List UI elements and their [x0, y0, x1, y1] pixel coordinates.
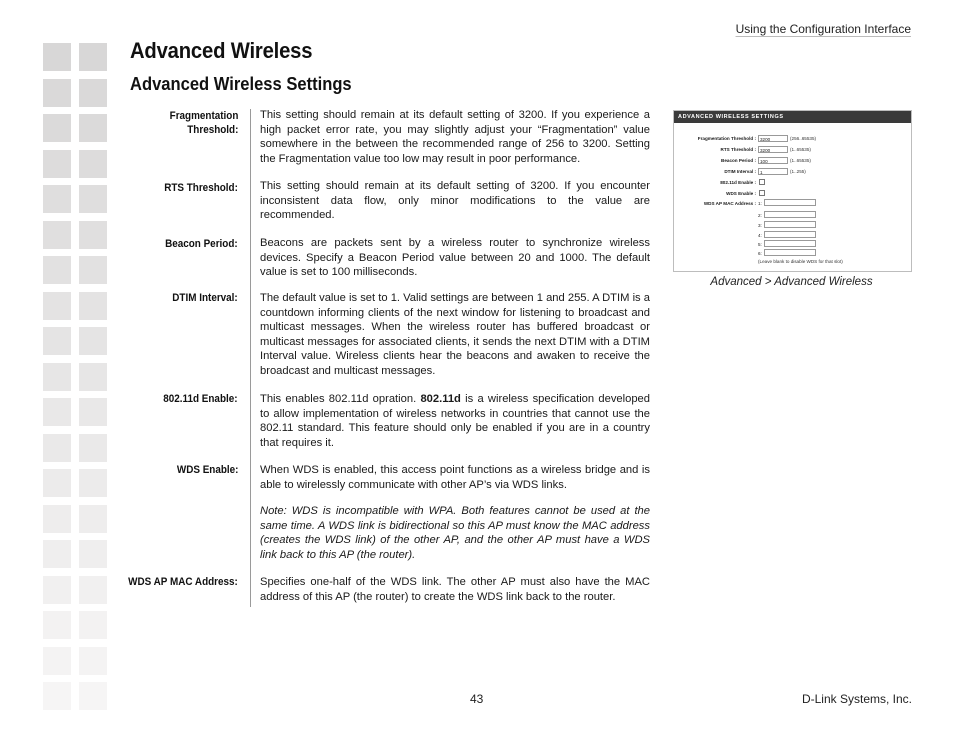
mac-blank-hint: (Leave blank to disable WDS for that slo… — [758, 259, 843, 264]
beacon-range-hint: (1..65535) — [790, 158, 811, 163]
decorative-square — [43, 540, 71, 568]
screenshot-label-fragmentation: Fragmentation Threshold : — [697, 136, 756, 141]
desc-dtim-interval: The default value is set to 1. Valid set… — [260, 292, 650, 377]
wds-mac-input-3[interactable] — [764, 221, 816, 228]
decorative-square — [79, 291, 107, 320]
screenshot-label-rts: RTS Threshold : — [720, 147, 756, 152]
screenshot-label-80211d: 802.11d Enable : — [720, 180, 756, 185]
decorative-square — [43, 256, 71, 284]
decorative-square — [43, 43, 71, 71]
decorative-square — [79, 646, 107, 675]
mac-slot-label: 2: — [758, 213, 762, 218]
wds-mac-input-6[interactable] — [764, 249, 816, 256]
wds-mac-input-5[interactable] — [764, 240, 816, 247]
decorative-square — [79, 114, 107, 142]
decorative-square — [43, 398, 71, 426]
term-dtim-interval: DTIM Interval: — [172, 292, 238, 304]
wds-mac-input-2[interactable] — [764, 211, 816, 218]
desc-bold-term: 802.11d — [420, 393, 461, 405]
desc-beacon-period: Beacons are packets sent by a wireless r… — [260, 237, 650, 278]
page-number: 43 — [470, 692, 484, 706]
decorative-square — [43, 433, 71, 462]
decorative-square — [43, 611, 71, 639]
wds-enable-checkbox[interactable] — [759, 190, 765, 196]
decorative-square — [79, 469, 107, 497]
fragmentation-threshold-input[interactable]: 3200 — [758, 135, 788, 142]
desc-wds-enable: When WDS is enabled, this access point f… — [260, 464, 650, 491]
decorative-square — [43, 682, 71, 710]
decorative-square — [79, 611, 107, 639]
decorative-square — [79, 78, 107, 107]
mac-slot-label: 6: — [758, 251, 762, 256]
decorative-square — [79, 327, 107, 355]
advanced-wireless-screenshot: ADVANCED WIRELESS SETTINGS Fragmentation… — [673, 110, 912, 272]
term-beacon-period: Beacon Period: — [165, 238, 238, 250]
decorative-square — [79, 682, 107, 710]
beacon-period-input[interactable]: 100 — [758, 157, 788, 164]
screenshot-label-beacon: Beacon Period : — [721, 158, 756, 163]
wds-mac-input-1[interactable] — [764, 199, 816, 206]
decorative-square — [43, 114, 71, 142]
screenshot-label-wds-enable: WDS Enable : — [726, 191, 756, 196]
term-rts-threshold: RTS Threshold: — [164, 182, 238, 194]
decorative-square — [43, 220, 71, 249]
decorative-square — [43, 291, 71, 320]
note-wds: Note: WDS is incompatible with WPA. Both… — [260, 505, 650, 561]
decorative-square — [79, 575, 107, 604]
screenshot-label-wds-mac: WDS AP MAC Address : — [703, 201, 756, 206]
fragmentation-range-hint: (256..65535) — [790, 136, 817, 141]
column-divider — [250, 109, 251, 607]
decorative-square — [43, 185, 71, 213]
desc-fragmentation-threshold: This setting should remain at its defaul… — [260, 109, 650, 165]
screenshot-header-bar: ADVANCED WIRELESS SETTINGS — [674, 111, 911, 123]
footer-company: D-Link Systems, Inc. — [801, 692, 912, 706]
decorative-square — [79, 398, 107, 426]
section-title: Advanced Wireless Settings — [130, 74, 352, 94]
desc-80211d-enable: This enables 802.11d opration. 802.11d i… — [260, 392, 650, 450]
decorative-square — [79, 433, 107, 462]
desc-wds-ap-mac-address: Specifies one-half of the WDS link. The … — [260, 576, 650, 603]
decorative-square — [79, 149, 107, 178]
decorative-square — [43, 78, 71, 107]
mac-slot-label: 3: — [758, 223, 762, 228]
term-line: Fragmentation — [169, 110, 238, 122]
mac-slot-label: 1: — [758, 201, 762, 206]
mac-slot-label: 5: — [758, 242, 762, 247]
rts-range-hint: (1..65535) — [790, 147, 811, 152]
decorative-square — [79, 220, 107, 249]
decorative-square — [43, 575, 71, 604]
80211d-enable-checkbox[interactable] — [759, 179, 765, 185]
term-80211d-enable: 802.11d Enable: — [163, 393, 238, 405]
decorative-square — [43, 646, 71, 675]
term-line: Threshold: — [186, 124, 238, 136]
decorative-square — [79, 185, 107, 213]
decorative-square — [43, 504, 71, 533]
rts-threshold-input[interactable]: 3200 — [758, 146, 788, 153]
mac-slot-label: 4: — [758, 233, 762, 238]
running-header: Using the Configuration Interface — [735, 22, 911, 36]
wds-mac-input-4[interactable] — [764, 231, 816, 238]
decorative-square — [43, 362, 71, 391]
decorative-square — [79, 540, 107, 568]
screenshot-label-dtim: DTIM Interval : — [724, 169, 756, 174]
decorative-square — [43, 469, 71, 497]
dtim-range-hint: (1..255) — [790, 169, 806, 174]
decorative-square — [79, 43, 107, 71]
term-fragmentation-threshold: Fragmentation Threshold: — [169, 109, 238, 137]
decorative-square — [79, 362, 107, 391]
term-wds-enable: WDS Enable: — [176, 464, 238, 476]
figure-caption: Advanced > Advanced Wireless — [710, 276, 873, 288]
decorative-square — [79, 256, 107, 284]
desc-rts-threshold: This setting should remain at its defaul… — [260, 180, 650, 221]
dtim-interval-input[interactable]: 1 — [758, 168, 788, 175]
desc-text: This enables 802.11d opration. — [260, 393, 421, 405]
page-title: Advanced Wireless — [130, 38, 313, 63]
decorative-square — [43, 327, 71, 355]
term-wds-ap-mac-address: WDS AP MAC Address: — [128, 576, 238, 588]
decorative-square — [43, 149, 71, 178]
decorative-square — [79, 504, 107, 533]
